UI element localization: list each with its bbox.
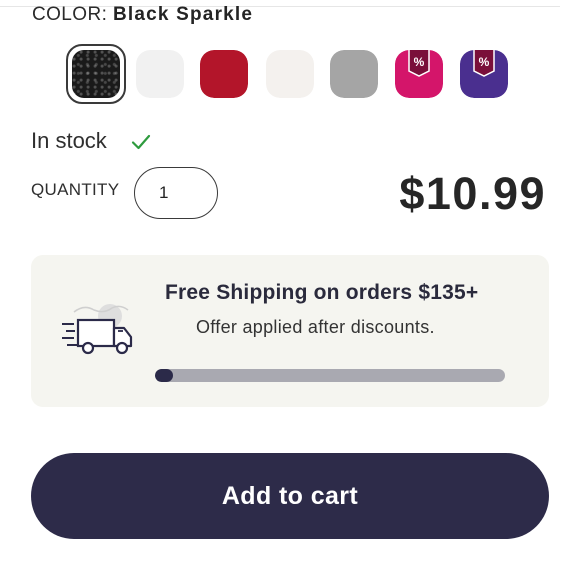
add-to-cart-button[interactable]: Add to cart [31,453,549,539]
sale-badge-icon: % [408,50,430,77]
quantity-input[interactable] [134,167,218,219]
checkmark-icon [131,134,151,150]
color-swatch[interactable]: % [395,50,443,98]
color-swatch[interactable] [66,44,126,104]
price: $10.99 [399,168,546,219]
color-swatch[interactable] [136,50,184,98]
color-swatch[interactable] [266,50,314,98]
sale-badge-label: % [414,55,425,69]
color-swatch-list: %% [66,44,516,106]
sale-badge-label: % [479,55,490,69]
color-swatch-fill [136,50,184,98]
selected-color-name: Black Sparkle [112,4,254,25]
shipping-progress-fill [155,369,173,382]
color-swatch-fill [200,50,248,98]
color-label: COLOR: [32,4,108,25]
shipping-subtitle: Offer applied after discounts. [196,317,435,337]
color-swatch-fill [72,50,120,98]
color-swatch[interactable]: % [460,50,508,98]
color-swatch[interactable] [200,50,248,98]
stock-status: In stock [31,128,107,153]
color-swatch-fill [266,50,314,98]
color-swatch-fill [330,50,378,98]
delivery-truck-icon [62,304,133,355]
shipping-progress-bar [155,369,505,382]
shipping-title: Free Shipping on orders $135+ [165,281,479,304]
color-swatch[interactable] [330,50,378,98]
color-selection-label: COLOR: Black Sparkle [32,4,253,26]
sale-badge-icon: % [473,50,495,77]
quantity-label: QUANTITY [31,180,120,199]
